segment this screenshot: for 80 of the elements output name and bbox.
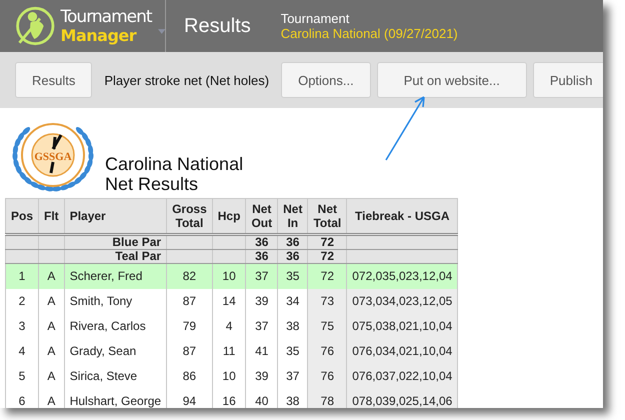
table-cell: 39 (246, 364, 278, 388)
table-cell: Teal Par (64, 250, 167, 264)
table-cell: 37 (246, 264, 278, 288)
table-cell: 40 (246, 388, 278, 408)
column-header: Flt (38, 198, 64, 234)
table-cell: A (38, 314, 64, 338)
table-cell: 3 (6, 314, 39, 338)
table-cell: A (38, 338, 64, 364)
table-cell: 73 (308, 288, 347, 314)
table-cell: 75 (308, 314, 347, 338)
table-cell: 41 (246, 338, 278, 364)
table-cell: Grady, Sean (64, 338, 167, 364)
table-cell: A (38, 288, 64, 314)
table-cell: 37 (246, 314, 278, 338)
table-cell: 39 (246, 288, 278, 314)
table-cell: A (38, 364, 64, 388)
column-header: Pos (6, 198, 39, 234)
table-cell: 11 (212, 338, 246, 364)
table-cell: 10 (212, 364, 246, 388)
table-cell: 4 (212, 314, 246, 338)
table-cell: Scherer, Fred (64, 264, 167, 288)
table-cell: 10 (212, 264, 246, 288)
column-header: Tiebreak - USGA (346, 198, 458, 234)
results-button[interactable]: Results (15, 62, 92, 98)
column-header: Net Out (246, 198, 278, 234)
report-title: Net Results (105, 175, 200, 193)
table-cell: 078,039,025,14,06 (346, 388, 458, 408)
column-header: Net In (278, 198, 308, 234)
table-cell: 1 (6, 264, 39, 288)
caret-icon[interactable] (158, 28, 165, 34)
report-title: Carolina National (105, 155, 244, 173)
column-header: Gross Total (166, 198, 212, 234)
table-cell: Smith, Tony (64, 288, 167, 314)
table-cell: 35 (278, 338, 308, 364)
table-cell: 38 (278, 388, 308, 408)
app-name: Tournament (60, 8, 152, 26)
app-name: Manager (60, 28, 138, 44)
table-cell: A (38, 264, 64, 288)
table-cell: 72 (308, 250, 347, 264)
tournament-name: Carolina National (09/27/2021) (280, 26, 458, 41)
table-cell: 87 (166, 288, 212, 314)
table-cell: 6 (6, 388, 39, 408)
table-cell: 78 (308, 388, 347, 408)
table-cell: 94 (166, 388, 212, 408)
column-header: Player (64, 198, 167, 234)
table-cell: Rivera, Carlos (64, 314, 167, 338)
table-cell: 076,037,022,10,04 (346, 364, 458, 388)
table-cell: 16 (212, 388, 246, 408)
page-title: Results (184, 14, 251, 38)
table-cell: 34 (278, 288, 308, 314)
table-cell: 14 (212, 288, 246, 314)
table-cell: 72 (308, 264, 347, 288)
table-cell: 87 (166, 338, 212, 364)
table-cell: 076,034,021,10,04 (346, 338, 458, 364)
table-cell: 79 (166, 314, 212, 338)
table-cell: A (38, 388, 64, 408)
table-cell: 38 (278, 314, 308, 338)
column-header: Hcp (212, 198, 246, 234)
tournament-label: Tournament (280, 11, 350, 26)
table-cell: 37 (278, 364, 308, 388)
table-cell: 075,038,021,10,04 (346, 314, 458, 338)
report-name: Player stroke net (Net holes) (104, 72, 270, 88)
table-cell: 4 (6, 338, 39, 364)
table-cell: 76 (308, 364, 347, 388)
table-cell: 35 (278, 264, 308, 288)
table-cell: 82 (166, 264, 212, 288)
table-cell: 76 (308, 338, 347, 364)
table-cell: Hulshart, George (64, 388, 167, 408)
table-cell: Sirica, Steve (64, 364, 167, 388)
toolbar-button[interactable]: Put on website... (376, 62, 527, 98)
table-cell: 073,034,023,12,05 (346, 288, 458, 314)
table-cell: 86 (166, 364, 212, 388)
table-cell: 36 (246, 250, 278, 264)
table-cell: 072,035,023,12,04 (346, 264, 458, 288)
table-cell: 5 (6, 364, 39, 388)
toolbar-button[interactable]: Options... (281, 62, 371, 98)
column-header: Net Total (308, 198, 347, 234)
toolbar-button[interactable]: Publish (532, 62, 603, 98)
table-cell: 2 (6, 288, 39, 314)
table-cell: 36 (278, 250, 308, 264)
